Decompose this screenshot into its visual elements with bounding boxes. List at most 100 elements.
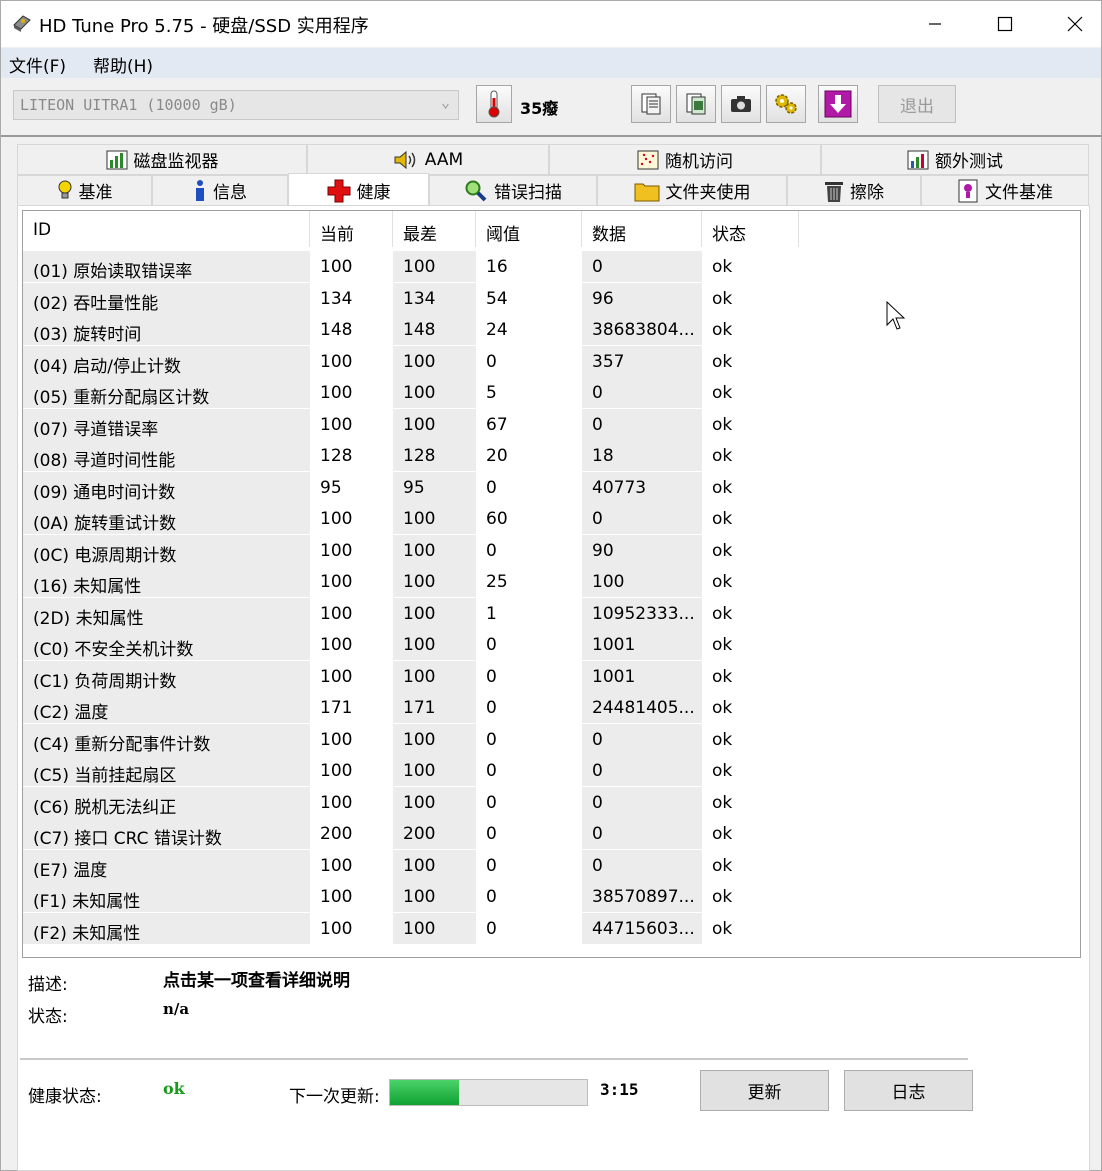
tab-aam[interactable]: AAM xyxy=(307,144,549,175)
cell-id: (04) 启动/停止计数 xyxy=(23,345,310,377)
cell-status: ok xyxy=(712,698,733,718)
table-row[interactable]: (C5) 当前挂起扇区 100 100 0 0 ok xyxy=(23,755,795,786)
maximize-button[interactable] xyxy=(971,1,1039,47)
drive-select-value: LITEON UITRA1 (10000 gB) xyxy=(20,96,237,114)
hdtune-app-icon xyxy=(13,15,31,32)
scatter-chart-icon xyxy=(637,150,659,169)
table-row[interactable]: (07) 寻道错误率 100 100 67 0 ok xyxy=(23,408,795,440)
cell-current: 100 xyxy=(320,666,353,687)
cell-status: ok xyxy=(712,824,733,844)
cell-worst: 100 xyxy=(393,723,476,755)
minimize-button[interactable] xyxy=(901,1,969,47)
cell-threshold: 0 xyxy=(486,540,497,561)
cell-id: (0C) 电源周期计数 xyxy=(23,534,310,566)
title-bar: HD Tune Pro 5.75 - 硬盘/SSD 实用程序 xyxy=(1,1,1101,47)
table-row[interactable]: (C7) 接口 CRC 错误计数 200 200 0 0 ok xyxy=(23,818,795,849)
cell-threshold: 0 xyxy=(486,792,497,813)
cell-id: (C1) 负荷周期计数 xyxy=(23,660,310,692)
column-header-status[interactable]: 状态 xyxy=(702,211,799,247)
cell-current: 128 xyxy=(320,446,353,466)
cell-worst: 148 xyxy=(393,314,476,345)
log-button[interactable]: 日志 xyxy=(844,1070,973,1111)
menu-file[interactable]: 文件(F) xyxy=(9,52,66,77)
cell-id: (C5) 当前挂起扇区 xyxy=(23,755,310,786)
table-row[interactable]: (03) 旋转时间 148 148 24 38683804... ok xyxy=(23,314,795,345)
cell-data: 38570897... xyxy=(582,881,702,912)
cell-worst: 100 xyxy=(393,534,476,566)
cell-status: ok xyxy=(712,351,733,372)
tab-erase[interactable]: 擦除 xyxy=(787,175,921,206)
menu-help[interactable]: 帮助(H) xyxy=(93,52,153,77)
temperature-value: 35癈 xyxy=(520,99,559,118)
cell-id: (F1) 未知属性 xyxy=(23,881,310,912)
table-row[interactable]: (02) 吞吐量性能 134 134 54 96 ok xyxy=(23,282,795,314)
table-row[interactable]: (2D) 未知属性 100 100 1 10952333... ok xyxy=(23,597,795,629)
table-row[interactable]: (F2) 未知属性 100 100 0 44715603... ok xyxy=(23,912,795,944)
table-row[interactable]: (0C) 电源周期计数 100 100 0 90 ok xyxy=(23,534,795,566)
copy-text-icon xyxy=(641,93,661,115)
table-row[interactable]: (0A) 旋转重试计数 100 100 60 0 ok xyxy=(23,503,795,534)
table-row[interactable]: (C1) 负荷周期计数 100 100 0 1001 ok xyxy=(23,660,795,692)
column-header-data[interactable]: 数据 xyxy=(582,211,702,247)
close-button[interactable] xyxy=(1041,1,1102,47)
column-header-worst[interactable]: 最差 xyxy=(393,211,476,247)
tab-file-benchmark[interactable]: 文件基准 xyxy=(921,175,1089,206)
table-row[interactable]: (08) 寻道时间性能 128 128 20 18 ok xyxy=(23,440,795,471)
cell-current: 200 xyxy=(320,824,353,844)
drive-select[interactable]: LITEON UITRA1 (10000 gB) ⌄ xyxy=(13,90,459,120)
temperature-button[interactable] xyxy=(476,85,512,123)
table-row[interactable]: (C2) 温度 171 171 0 24481405... ok xyxy=(23,692,795,723)
screenshot-button[interactable] xyxy=(721,85,761,123)
cell-threshold: 0 xyxy=(486,666,497,687)
exit-button[interactable]: 退出 xyxy=(878,85,956,123)
cell-data: 0 xyxy=(582,503,702,534)
cell-threshold: 0 xyxy=(486,635,497,655)
table-row[interactable]: (E7) 温度 100 100 0 0 ok xyxy=(23,849,795,881)
cell-current: 100 xyxy=(320,509,353,529)
column-header-id[interactable]: ID xyxy=(23,211,310,247)
tab-disk-monitor[interactable]: 磁盘监视器 xyxy=(17,144,307,175)
tab-folder-usage[interactable]: 文件夹使用 xyxy=(597,175,787,206)
cell-status: ok xyxy=(712,887,733,907)
cell-data: 0 xyxy=(582,251,702,282)
copy-text-button[interactable] xyxy=(631,85,671,123)
tab-error-scan[interactable]: 错误扫描 xyxy=(429,175,597,206)
cell-data: 1001 xyxy=(582,660,702,692)
table-row[interactable]: (04) 启动/停止计数 100 100 0 357 ok xyxy=(23,345,795,377)
tab-info[interactable]: 信息 xyxy=(152,175,288,206)
copy-screenshot-button[interactable] xyxy=(676,85,716,123)
tabs-row-bottom: 基准 信息 健康 错误扫描 文件夹使用 擦除 文件基准 xyxy=(17,173,1089,207)
options-button[interactable] xyxy=(766,85,806,123)
thermometer-icon xyxy=(488,90,500,118)
cell-data: 100 xyxy=(582,566,702,597)
column-header-current[interactable]: 当前 xyxy=(310,211,393,247)
tab-benchmark[interactable]: 基准 xyxy=(17,175,152,206)
cell-current: 100 xyxy=(320,729,353,750)
table-row[interactable]: (C4) 重新分配事件计数 100 100 0 0 ok xyxy=(23,723,795,755)
cell-threshold: 60 xyxy=(486,509,508,529)
table-row[interactable]: (C0) 不安全关机计数 100 100 0 1001 ok xyxy=(23,629,795,660)
cell-status: ok xyxy=(712,635,733,655)
table-row[interactable]: (C6) 脱机无法纠正 100 100 0 0 ok xyxy=(23,786,795,818)
cell-status: ok xyxy=(712,320,733,340)
cell-data: 0 xyxy=(582,408,702,440)
health-status-label: 健康状态: xyxy=(28,1087,102,1107)
column-header-threshold[interactable]: 阈值 xyxy=(476,211,582,247)
tab-label: 额外测试 xyxy=(935,152,1003,172)
table-row[interactable]: (09) 通电时间计数 95 95 0 40773 ok xyxy=(23,471,795,503)
cell-threshold: 0 xyxy=(486,729,497,750)
tab-random-access[interactable]: 随机访问 xyxy=(549,144,821,175)
cell-threshold: 24 xyxy=(486,320,508,340)
tab-label: AAM xyxy=(424,149,464,170)
table-row[interactable]: (05) 重新分配扇区计数 100 100 5 0 ok xyxy=(23,377,795,408)
save-button[interactable] xyxy=(818,85,858,123)
cell-data: 0 xyxy=(582,849,702,881)
table-row[interactable]: (F1) 未知属性 100 100 0 38570897... ok xyxy=(23,881,795,912)
tab-health[interactable]: 健康 xyxy=(288,173,429,207)
trash-icon xyxy=(825,181,843,202)
tab-extra-tests[interactable]: 额外测试 xyxy=(821,144,1089,175)
table-row[interactable]: (16) 未知属性 100 100 25 100 ok xyxy=(23,566,795,597)
table-row[interactable]: (01) 原始读取错误率 100 100 16 0 ok xyxy=(23,251,795,282)
camera-icon xyxy=(731,96,751,112)
refresh-button[interactable]: 更新 xyxy=(700,1070,829,1111)
